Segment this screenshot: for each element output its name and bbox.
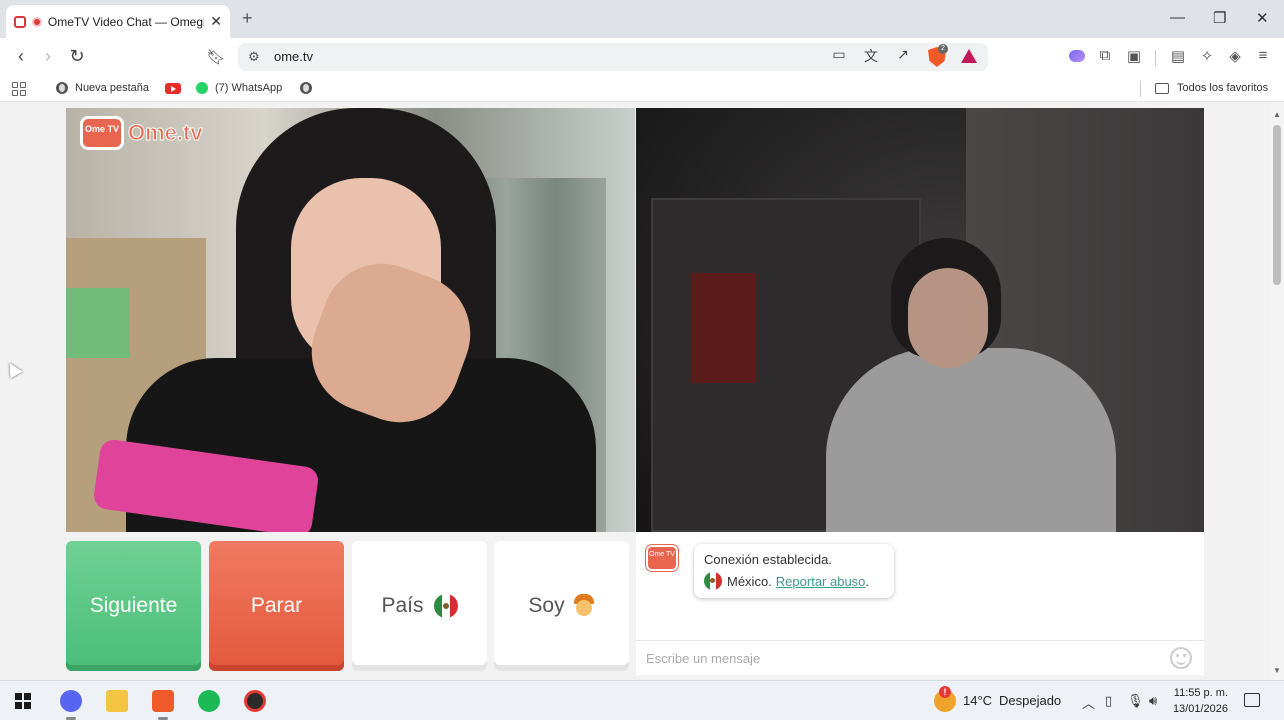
share-icon[interactable]: ↗ xyxy=(893,46,913,63)
close-window-icon[interactable]: ✕ xyxy=(1256,9,1269,27)
globe-icon xyxy=(300,82,312,94)
leo-ai-icon[interactable] xyxy=(1069,50,1085,62)
forward-icon[interactable]: › xyxy=(37,46,59,67)
apps-grid-icon[interactable] xyxy=(12,82,26,96)
discord-icon[interactable] xyxy=(60,690,82,720)
windows-taskbar: 14°C Despejado ︿ ▯ 🎙︎ 🔊︎ 11:55 p. m. 13/… xyxy=(0,680,1284,720)
tab-title: OmeTV Video Chat — Omegle xyxy=(47,14,205,29)
back-icon[interactable]: ‹ xyxy=(10,46,32,67)
report-abuse-link[interactable]: Reportar abuso xyxy=(776,574,866,589)
bookmark-label: Nueva pestaña xyxy=(75,82,149,94)
toolbar-divider xyxy=(1155,50,1156,66)
menu-icon[interactable]: ≡ xyxy=(1253,47,1273,64)
stop-label: Parar xyxy=(250,594,303,617)
whatsapp-icon xyxy=(196,82,208,94)
clock-date: 13/01/2026 xyxy=(1172,703,1228,715)
mexico-flag-icon xyxy=(704,572,722,590)
mexico-flag-icon xyxy=(433,594,458,618)
volume-icon[interactable]: 🔊︎ xyxy=(1149,693,1157,709)
next-button[interactable]: Siguiente xyxy=(66,541,201,671)
bookmark-globe[interactable] xyxy=(300,82,319,94)
scrollbar-thumb[interactable] xyxy=(1273,125,1281,285)
ometv-logo: Ome TV Ome.tv xyxy=(80,116,203,150)
page-scrollbar[interactable]: ▲ ▼ xyxy=(1270,103,1284,680)
bookmark-nueva-pestana[interactable]: Nueva pestaña xyxy=(56,82,149,94)
tab-bar: OmeTV Video Chat — Omegle ✕ + — ❐ ✕ xyxy=(0,0,1284,38)
chat-panel: Ome TV Conexión establecida. México. Rep… xyxy=(636,532,1204,675)
bookmarks-divider xyxy=(1140,81,1141,97)
cast-icon[interactable]: ▭ xyxy=(829,46,849,63)
navigation-bar: ‹ › ↻ 🔖︎ ⚙︎ ome.tv ▭ 文 ↗ 2 ⧉ ▣ ▤ ✧ ◈ ≡ xyxy=(0,38,1284,76)
bookmark-label: (7) WhatsApp xyxy=(215,82,283,94)
favorites-label: Todos los favoritos xyxy=(1177,82,1269,94)
system-clock[interactable]: 11:55 p. m. 13/01/2026 xyxy=(1168,685,1228,717)
bookmarks-bar: Nueva pestaña (7) WhatsApp Todos los fav… xyxy=(0,76,1284,102)
partner-country: México. xyxy=(727,573,772,589)
brave-rewards-icon[interactable] xyxy=(961,49,977,63)
ometv-tv-icon: Ome TV xyxy=(80,116,124,150)
emoji-icon[interactable] xyxy=(1170,647,1192,669)
restore-icon[interactable]: ❐ xyxy=(1213,9,1226,27)
site-info-icon[interactable]: ⚙︎ xyxy=(248,49,260,65)
message-input[interactable]: Escribe un mensaje xyxy=(636,640,1204,675)
browser-tab[interactable]: OmeTV Video Chat — Omegle ✕ xyxy=(6,5,230,38)
obs-recorder-icon[interactable] xyxy=(244,690,266,712)
translate-icon[interactable]: 文 xyxy=(861,46,881,66)
stop-button[interactable]: Parar xyxy=(209,541,344,671)
hanging-shirt xyxy=(691,273,756,383)
person-hoodie xyxy=(826,348,1116,532)
stranger-video: Ome TV Ome.tv xyxy=(66,108,635,532)
sidebar-icon[interactable]: ▣ xyxy=(1124,47,1144,65)
scroll-up-icon[interactable]: ▲ xyxy=(1273,110,1281,119)
weather-description: Despejado xyxy=(999,693,1062,708)
ometv-favicon-icon xyxy=(14,15,26,28)
scroll-down-icon[interactable]: ▼ xyxy=(1273,666,1281,675)
extensions-icon[interactable]: ⧉ xyxy=(1095,47,1115,64)
ometv-logo-text: Ome.tv xyxy=(128,120,204,146)
boy-icon xyxy=(573,594,595,618)
bookmark-icon[interactable]: 🔖︎ xyxy=(205,48,227,66)
clock-time: 11:55 p. m. xyxy=(1173,687,1228,699)
report-suffix: . xyxy=(865,573,870,589)
reload-icon[interactable]: ↻ xyxy=(66,46,88,67)
country-label: País xyxy=(381,594,424,617)
globe-icon xyxy=(56,82,68,94)
weather-temperature: 14°C xyxy=(963,693,993,708)
microphone-icon[interactable]: 🎙︎ xyxy=(1127,693,1144,709)
show-hidden-icons-icon[interactable]: ︿ xyxy=(1082,693,1095,712)
next-label: Siguiente xyxy=(89,594,178,617)
brave-browser-icon[interactable] xyxy=(152,690,174,720)
vpn-icon[interactable]: ◈ xyxy=(1225,47,1245,65)
folder-icon xyxy=(1155,82,1169,94)
all-favorites-folder[interactable]: Todos los favoritos xyxy=(1155,82,1268,94)
bookmark-youtube[interactable] xyxy=(165,83,181,94)
windows-start-icon[interactable] xyxy=(15,693,31,709)
system-message: Conexión establecida. México. Reportar a… xyxy=(694,544,894,598)
url-text[interactable]: ome.tv xyxy=(274,49,313,64)
recording-indicator-icon xyxy=(31,16,42,27)
sparkle-icon[interactable]: ✧ xyxy=(1197,47,1217,65)
minimize-icon[interactable]: — xyxy=(1170,9,1185,26)
wallet-icon[interactable]: ▤ xyxy=(1168,47,1188,65)
gender-selector-button[interactable]: Soy xyxy=(494,541,629,671)
bookmark-whatsapp[interactable]: (7) WhatsApp xyxy=(196,82,282,94)
file-explorer-icon[interactable] xyxy=(106,690,128,712)
ometv-chat-avatar-icon: Ome TV xyxy=(646,545,678,571)
gender-label: Soy xyxy=(528,594,565,617)
spotify-icon[interactable] xyxy=(198,690,220,712)
close-tab-icon[interactable]: ✕ xyxy=(210,13,222,30)
weather-icon[interactable] xyxy=(934,686,956,712)
person-face xyxy=(908,268,988,368)
self-video xyxy=(636,108,1204,532)
youtube-icon xyxy=(165,83,181,94)
notifications-icon[interactable] xyxy=(1244,693,1260,707)
network-icon[interactable]: ▯ xyxy=(1105,693,1112,709)
country-selector-button[interactable]: País xyxy=(352,541,487,671)
connection-status: Conexión establecida. xyxy=(704,552,832,567)
new-tab-button[interactable]: + xyxy=(242,8,253,29)
background-green-box xyxy=(66,288,130,358)
shields-count-badge: 2 xyxy=(938,44,948,54)
